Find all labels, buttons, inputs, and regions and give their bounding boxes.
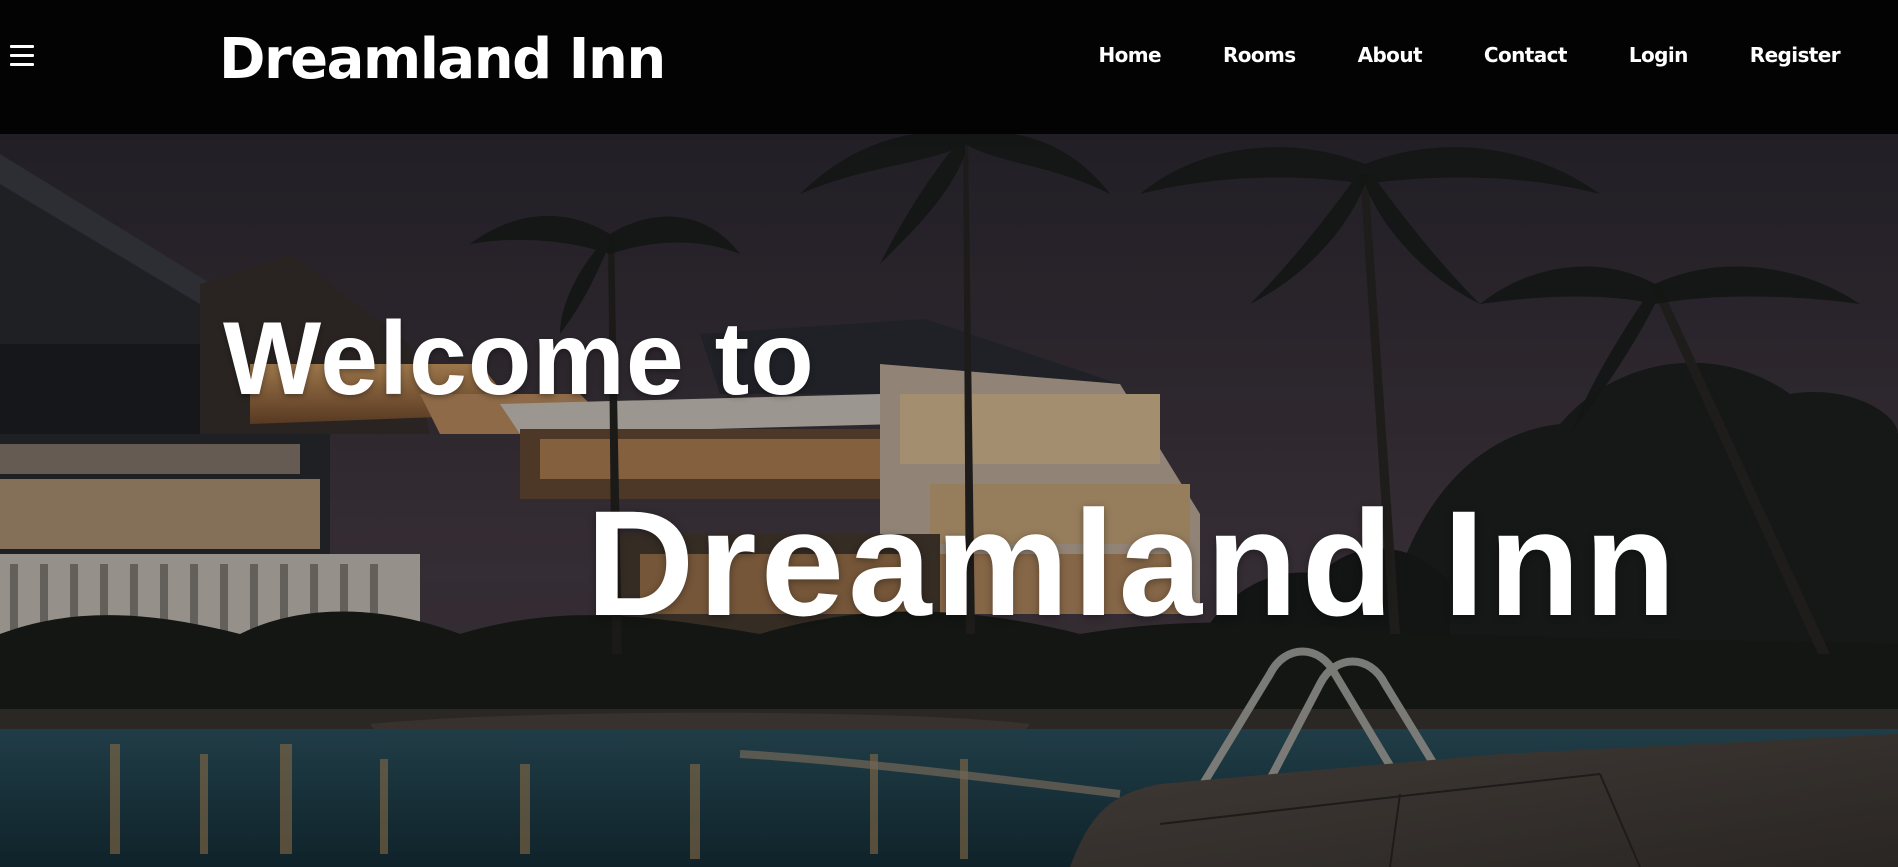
hero-section: Welcome to Dreamland Inn	[0, 134, 1898, 867]
page: Dreamland Inn Home Rooms About Contact L…	[0, 0, 1898, 867]
hero-title: Dreamland Inn	[586, 479, 1680, 647]
nav-about[interactable]: About	[1358, 40, 1423, 70]
nav-register[interactable]: Register	[1750, 40, 1841, 70]
brand-logo[interactable]: Dreamland Inn	[219, 24, 666, 96]
nav-contact[interactable]: Contact	[1484, 40, 1568, 70]
nav-home[interactable]: Home	[1098, 40, 1161, 70]
hero-welcome-text: Welcome to	[223, 301, 815, 417]
nav-rooms[interactable]: Rooms	[1223, 40, 1296, 70]
hamburger-menu-icon[interactable]	[10, 45, 36, 69]
nav-login[interactable]: Login	[1629, 40, 1689, 70]
main-nav: Home Rooms About Contact Login Register	[1098, 40, 1840, 70]
header: Dreamland Inn Home Rooms About Contact L…	[0, 0, 1898, 134]
